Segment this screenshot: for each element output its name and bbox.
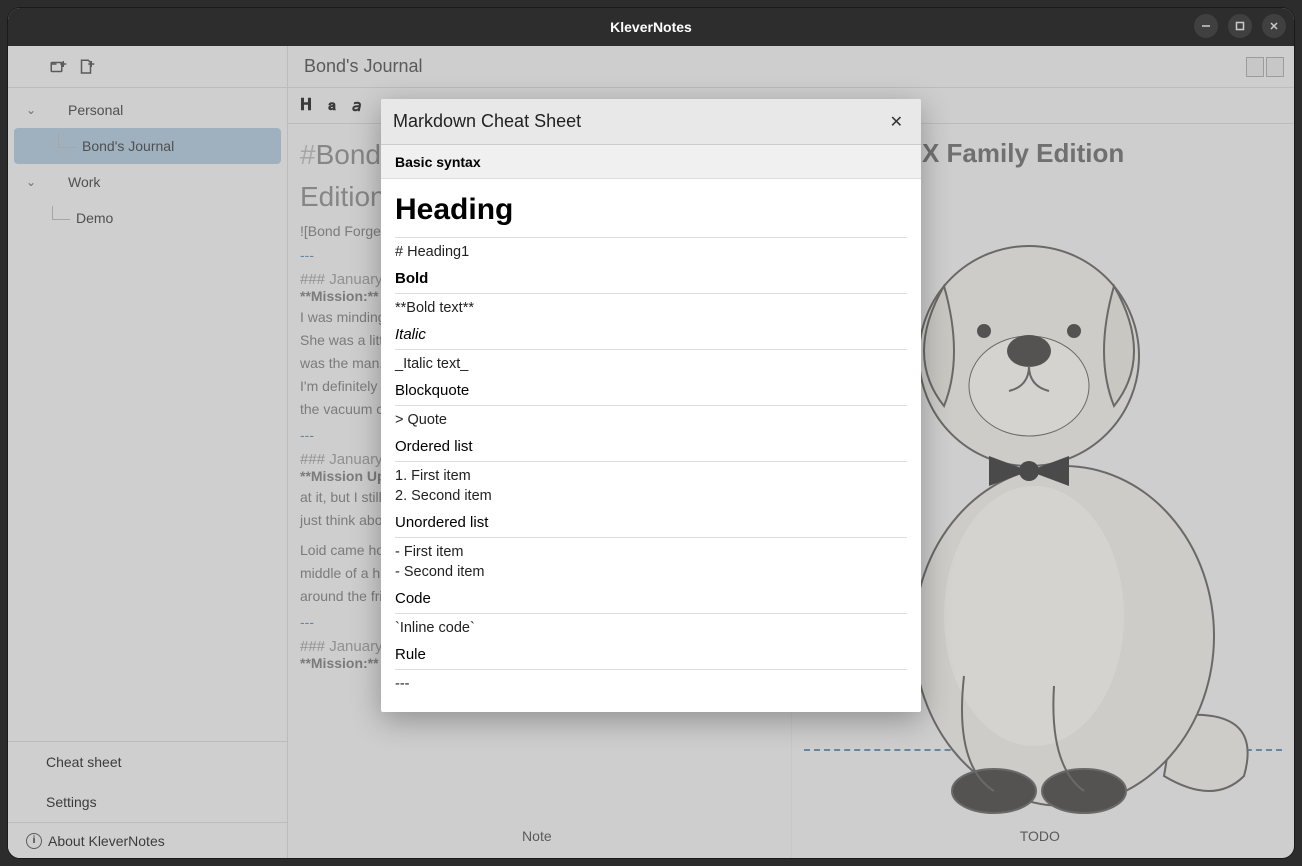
cs-code-code: `Inline code` xyxy=(395,620,907,636)
cs-italic-code: _Italic text_ xyxy=(395,356,907,372)
window-controls xyxy=(1194,14,1286,38)
cheat-sheet-dialog: Markdown Cheat Sheet ✕ Basic syntax Head… xyxy=(381,99,921,712)
cs-heading-sample: Heading xyxy=(395,193,907,227)
cs-bold-code: **Bold text** xyxy=(395,300,907,316)
titlebar: KleverNotes xyxy=(8,8,1294,46)
body-area: ⌄ Personal Bond's Journal ⌄ Work Demo Ch… xyxy=(8,46,1294,858)
dialog-header: Markdown Cheat Sheet ✕ xyxy=(381,99,921,145)
minimize-button[interactable] xyxy=(1194,14,1218,38)
cs-blockquote-label: Blockquote xyxy=(395,382,907,399)
cs-rule-code: --- xyxy=(395,676,907,692)
window-title: KleverNotes xyxy=(610,19,692,35)
cs-ol-code1: 1. First item xyxy=(395,468,907,484)
cs-italic-label: Italic xyxy=(395,326,907,343)
modal-overlay[interactable]: Markdown Cheat Sheet ✕ Basic syntax Head… xyxy=(8,46,1294,858)
cs-ul-code1: - First item xyxy=(395,544,907,560)
close-button[interactable] xyxy=(1262,14,1286,38)
dialog-body[interactable]: Heading # Heading1 Bold **Bold text** It… xyxy=(381,179,921,712)
cs-blockquote-code: > Quote xyxy=(395,412,907,428)
cs-ul-label: Unordered list xyxy=(395,514,907,531)
dialog-section-header: Basic syntax xyxy=(381,145,921,179)
cs-code-label: Code xyxy=(395,590,907,607)
dialog-close-button[interactable]: ✕ xyxy=(884,108,909,136)
cs-ol-code2: 2. Second item xyxy=(395,488,907,504)
cs-bold-label: Bold xyxy=(395,270,907,287)
cs-ol-label: Ordered list xyxy=(395,438,907,455)
cs-ul-code2: - Second item xyxy=(395,564,907,580)
maximize-button[interactable] xyxy=(1228,14,1252,38)
cs-rule-label: Rule xyxy=(395,646,907,663)
dialog-title: Markdown Cheat Sheet xyxy=(393,111,581,132)
cs-heading-code: # Heading1 xyxy=(395,244,907,260)
app-window: KleverNotes xyxy=(8,8,1294,858)
